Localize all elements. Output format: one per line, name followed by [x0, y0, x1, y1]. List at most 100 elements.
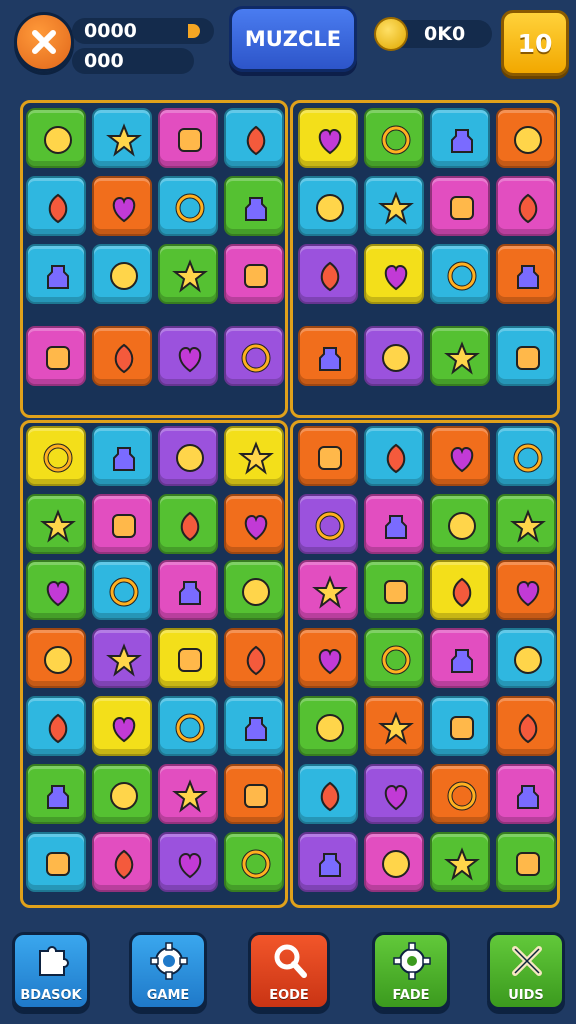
board-tile[interactable] — [496, 244, 556, 304]
board-tile[interactable] — [158, 244, 218, 304]
board-tile[interactable] — [430, 764, 490, 824]
board-tile[interactable] — [158, 326, 218, 386]
board-tile[interactable] — [158, 176, 218, 236]
board-tile[interactable] — [92, 108, 152, 168]
board-tile[interactable] — [430, 326, 490, 386]
board-tile[interactable] — [92, 326, 152, 386]
board-tile[interactable] — [364, 560, 424, 620]
board-tile[interactable] — [298, 108, 358, 168]
board-tile[interactable] — [92, 494, 152, 554]
board-tile[interactable] — [364, 426, 424, 486]
board-tile[interactable] — [430, 628, 490, 688]
board-tile[interactable] — [496, 494, 556, 554]
board-tile[interactable] — [158, 560, 218, 620]
board-tile[interactable] — [224, 108, 284, 168]
board-tile[interactable] — [26, 326, 86, 386]
board-tile[interactable] — [298, 494, 358, 554]
board-tile[interactable] — [26, 426, 86, 486]
close-button[interactable] — [14, 12, 74, 72]
board-tile[interactable] — [298, 244, 358, 304]
moves-value: 000 — [84, 50, 124, 72]
lantern-icon — [378, 711, 414, 745]
board-tile[interactable] — [224, 326, 284, 386]
board-tile[interactable] — [224, 244, 284, 304]
board-tile[interactable] — [92, 696, 152, 756]
game-title-button[interactable]: MUZCLE — [229, 6, 357, 72]
puzzle-icon — [39, 946, 69, 976]
board-tile[interactable] — [364, 696, 424, 756]
board-tile[interactable] — [298, 326, 358, 386]
board-tile[interactable] — [158, 764, 218, 824]
board-tile[interactable] — [26, 108, 86, 168]
board-tile[interactable] — [224, 764, 284, 824]
board-tile[interactable] — [298, 764, 358, 824]
board-tile[interactable] — [92, 244, 152, 304]
board-tile[interactable] — [158, 426, 218, 486]
board-tile[interactable] — [224, 832, 284, 892]
board-tile[interactable] — [364, 244, 424, 304]
board-tile[interactable] — [224, 696, 284, 756]
board-tile[interactable] — [26, 494, 86, 554]
board-tile[interactable] — [496, 108, 556, 168]
pot-icon — [318, 446, 342, 470]
board-tile[interactable] — [430, 494, 490, 554]
board-tile[interactable] — [496, 628, 556, 688]
board-tile[interactable] — [496, 764, 556, 824]
board-tile[interactable] — [26, 244, 86, 304]
board-tile[interactable] — [92, 560, 152, 620]
board-tile[interactable] — [92, 628, 152, 688]
board-tile[interactable] — [430, 176, 490, 236]
board-tile[interactable] — [92, 176, 152, 236]
board-tile[interactable] — [430, 560, 490, 620]
board-tile[interactable] — [158, 832, 218, 892]
board-tile[interactable] — [26, 176, 86, 236]
board-tile[interactable] — [26, 832, 86, 892]
board-tile[interactable] — [496, 326, 556, 386]
board-tile[interactable] — [364, 326, 424, 386]
board-tile[interactable] — [430, 696, 490, 756]
board-tile[interactable] — [158, 108, 218, 168]
board-tile[interactable] — [298, 696, 358, 756]
level-badge[interactable]: 10 — [501, 10, 569, 76]
board-tile[interactable] — [26, 696, 86, 756]
board-tile[interactable] — [26, 628, 86, 688]
board-tile[interactable] — [496, 696, 556, 756]
board-tile[interactable] — [496, 176, 556, 236]
board-tile[interactable] — [26, 764, 86, 824]
board-tile[interactable] — [92, 426, 152, 486]
nav-button-game[interactable]: GAME — [129, 932, 207, 1010]
board-tile[interactable] — [298, 832, 358, 892]
board-tile[interactable] — [430, 832, 490, 892]
board-tile[interactable] — [158, 628, 218, 688]
nav-button-fade[interactable]: FADE — [372, 932, 450, 1010]
board-tile[interactable] — [364, 628, 424, 688]
board-tile[interactable] — [496, 832, 556, 892]
board-tile[interactable] — [430, 426, 490, 486]
board-tile[interactable] — [158, 696, 218, 756]
board-tile[interactable] — [364, 176, 424, 236]
board-tile[interactable] — [298, 628, 358, 688]
board-tile[interactable] — [364, 108, 424, 168]
board-tile[interactable] — [364, 494, 424, 554]
board-tile[interactable] — [298, 176, 358, 236]
board-tile[interactable] — [224, 176, 284, 236]
board-tile[interactable] — [224, 560, 284, 620]
board-tile[interactable] — [224, 628, 284, 688]
board-tile[interactable] — [92, 764, 152, 824]
board-tile[interactable] — [364, 832, 424, 892]
board-tile[interactable] — [496, 560, 556, 620]
nav-button-uids[interactable]: UIDS — [487, 932, 565, 1010]
board-tile[interactable] — [430, 108, 490, 168]
nav-button-bdasok[interactable]: BDASOK — [12, 932, 90, 1010]
board-tile[interactable] — [496, 426, 556, 486]
board-tile[interactable] — [298, 560, 358, 620]
board-tile[interactable] — [364, 764, 424, 824]
board-tile[interactable] — [430, 244, 490, 304]
board-tile[interactable] — [224, 426, 284, 486]
nav-button-eode[interactable]: EODE — [248, 932, 330, 1010]
board-tile[interactable] — [26, 560, 86, 620]
board-tile[interactable] — [298, 426, 358, 486]
board-tile[interactable] — [224, 494, 284, 554]
board-tile[interactable] — [158, 494, 218, 554]
board-tile[interactable] — [92, 832, 152, 892]
